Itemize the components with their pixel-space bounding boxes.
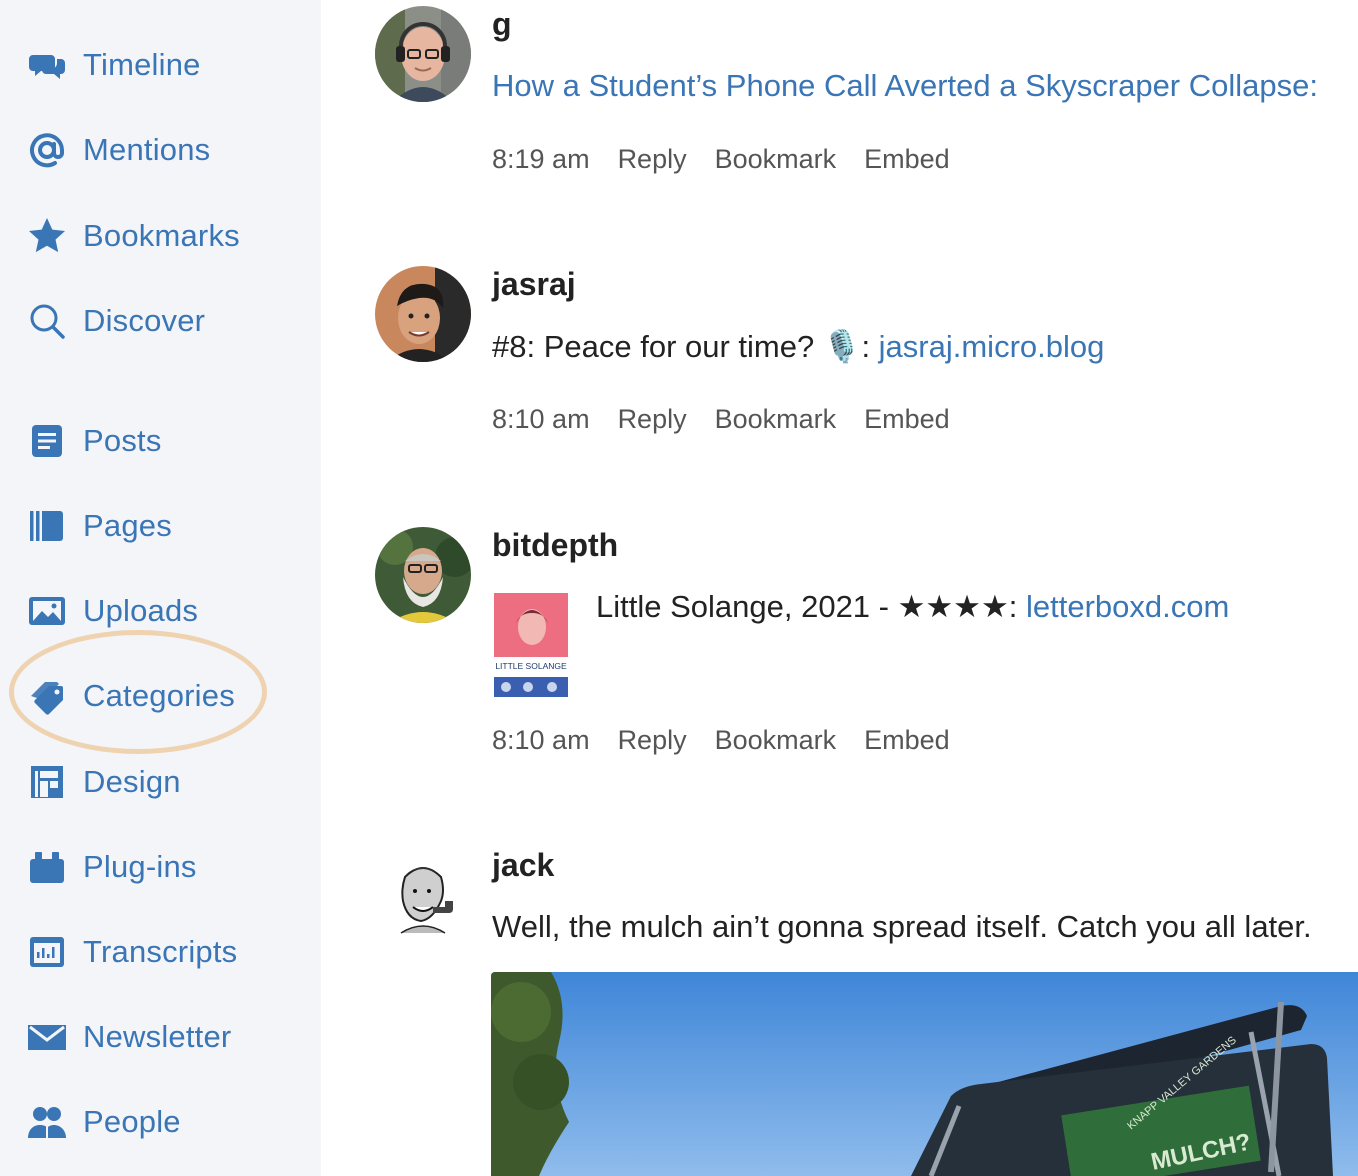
post-timestamp[interactable]: 8:19 am bbox=[492, 144, 590, 175]
sidebar-item-mentions[interactable]: Mentions bbox=[26, 120, 210, 180]
sidebar-item-people[interactable]: People bbox=[26, 1092, 181, 1152]
tags-icon bbox=[26, 675, 68, 717]
embed-button[interactable]: Embed bbox=[864, 725, 950, 756]
sidebar-item-label: Discover bbox=[83, 303, 206, 338]
sidebar-item-transcripts[interactable]: Transcripts bbox=[26, 922, 237, 982]
post-author[interactable]: g bbox=[492, 6, 512, 43]
sidebar-item-label: Uploads bbox=[83, 593, 199, 628]
sidebar: Timeline Mentions Bookmarks Discover Pos… bbox=[0, 0, 321, 1176]
sidebar-item-label: Bookmarks bbox=[83, 218, 240, 253]
post-meta: 8:10 am Reply Bookmark Embed bbox=[492, 404, 978, 435]
sidebar-item-label: People bbox=[83, 1104, 181, 1139]
bookmark-button[interactable]: Bookmark bbox=[715, 404, 837, 435]
post-content: #8: Peace for our time? 🎙️: jasraj.micro… bbox=[492, 328, 1104, 365]
audio-waveform-icon bbox=[26, 931, 68, 973]
sidebar-item-label: Design bbox=[83, 764, 181, 799]
sidebar-item-label: Posts bbox=[83, 423, 162, 458]
people-icon bbox=[26, 1101, 68, 1143]
sidebar-item-uploads[interactable]: Uploads bbox=[26, 581, 198, 641]
sidebar-item-label: Plug-ins bbox=[83, 849, 197, 884]
embed-button[interactable]: Embed bbox=[864, 144, 950, 175]
sidebar-item-posts[interactable]: Posts bbox=[26, 411, 162, 471]
post-content: Well, the mulch ain’t gonna spread itsel… bbox=[492, 909, 1312, 945]
sidebar-item-label: Timeline bbox=[83, 47, 201, 82]
sidebar-item-bookmarks[interactable]: Bookmarks bbox=[26, 206, 240, 266]
search-icon bbox=[26, 300, 68, 342]
post-link[interactable]: How a Student’s Phone Call Averted a Sky… bbox=[492, 68, 1318, 103]
sidebar-item-timeline[interactable]: Timeline bbox=[26, 35, 201, 95]
sidebar-item-design[interactable]: Design bbox=[26, 752, 181, 812]
sidebar-item-plug-ins[interactable]: Plug-ins bbox=[26, 837, 197, 897]
sidebar-item-label: Transcripts bbox=[83, 934, 238, 969]
layout-icon bbox=[26, 761, 68, 803]
embed-button[interactable]: Embed bbox=[864, 404, 950, 435]
sidebar-item-newsletter[interactable]: Newsletter bbox=[26, 1007, 231, 1067]
post-meta: 8:10 am Reply Bookmark Embed bbox=[492, 725, 978, 756]
post-text: #8: Peace for our time? 🎙️: bbox=[492, 329, 879, 364]
post-content: Little Solange, 2021 - ★★★★: letterboxd.… bbox=[596, 589, 1229, 625]
document-icon bbox=[26, 420, 68, 462]
reply-button[interactable]: Reply bbox=[618, 144, 687, 175]
sidebar-item-label: Mentions bbox=[83, 132, 211, 167]
avatar[interactable] bbox=[375, 266, 471, 362]
avatar[interactable] bbox=[375, 847, 471, 943]
avatar[interactable] bbox=[375, 6, 471, 102]
post-timestamp[interactable]: 8:10 am bbox=[492, 404, 590, 435]
book-icon bbox=[26, 505, 68, 547]
post-author[interactable]: jack bbox=[492, 847, 554, 884]
avatar[interactable] bbox=[375, 527, 471, 623]
sidebar-item-categories[interactable]: Categories bbox=[26, 666, 235, 726]
sidebar-item-discover[interactable]: Discover bbox=[26, 291, 205, 351]
at-sign-icon bbox=[26, 129, 68, 171]
post-text: Little Solange, 2021 - ★★★★: bbox=[596, 589, 1026, 624]
sidebar-item-label: Newsletter bbox=[83, 1019, 232, 1054]
post-content: How a Student’s Phone Call Averted a Sky… bbox=[492, 68, 1318, 104]
post-link[interactable]: jasraj.micro.blog bbox=[879, 329, 1105, 364]
timeline-feed: g How a Student’s Phone Call Averted a S… bbox=[321, 0, 1358, 1176]
bookmark-button[interactable]: Bookmark bbox=[715, 725, 837, 756]
post-timestamp[interactable]: 8:10 am bbox=[492, 725, 590, 756]
plugin-icon bbox=[26, 846, 68, 888]
post-meta: 8:19 am Reply Bookmark Embed bbox=[492, 144, 978, 175]
post-author[interactable]: bitdepth bbox=[492, 527, 618, 564]
reply-button[interactable]: Reply bbox=[618, 725, 687, 756]
sidebar-item-pages[interactable]: Pages bbox=[26, 496, 172, 556]
sidebar-item-label: Categories bbox=[83, 678, 235, 713]
poster-caption: LITTLE SOLANGE bbox=[495, 661, 567, 671]
post-photo[interactable]: KNAPP VALLEY GARDENS MULCH? bbox=[491, 972, 1358, 1176]
reply-button[interactable]: Reply bbox=[618, 404, 687, 435]
chat-bubbles-icon bbox=[26, 44, 68, 86]
envelope-icon bbox=[26, 1016, 68, 1058]
bookmark-button[interactable]: Bookmark bbox=[715, 144, 837, 175]
movie-poster-thumbnail[interactable]: LITTLE SOLANGE bbox=[492, 593, 570, 701]
post-author[interactable]: jasraj bbox=[492, 266, 576, 303]
post-link[interactable]: letterboxd.com bbox=[1026, 589, 1229, 624]
star-icon bbox=[26, 215, 68, 257]
image-icon bbox=[26, 590, 68, 632]
sidebar-item-label: Pages bbox=[83, 508, 172, 543]
post-text: Well, the mulch ain’t gonna spread itsel… bbox=[492, 909, 1312, 944]
